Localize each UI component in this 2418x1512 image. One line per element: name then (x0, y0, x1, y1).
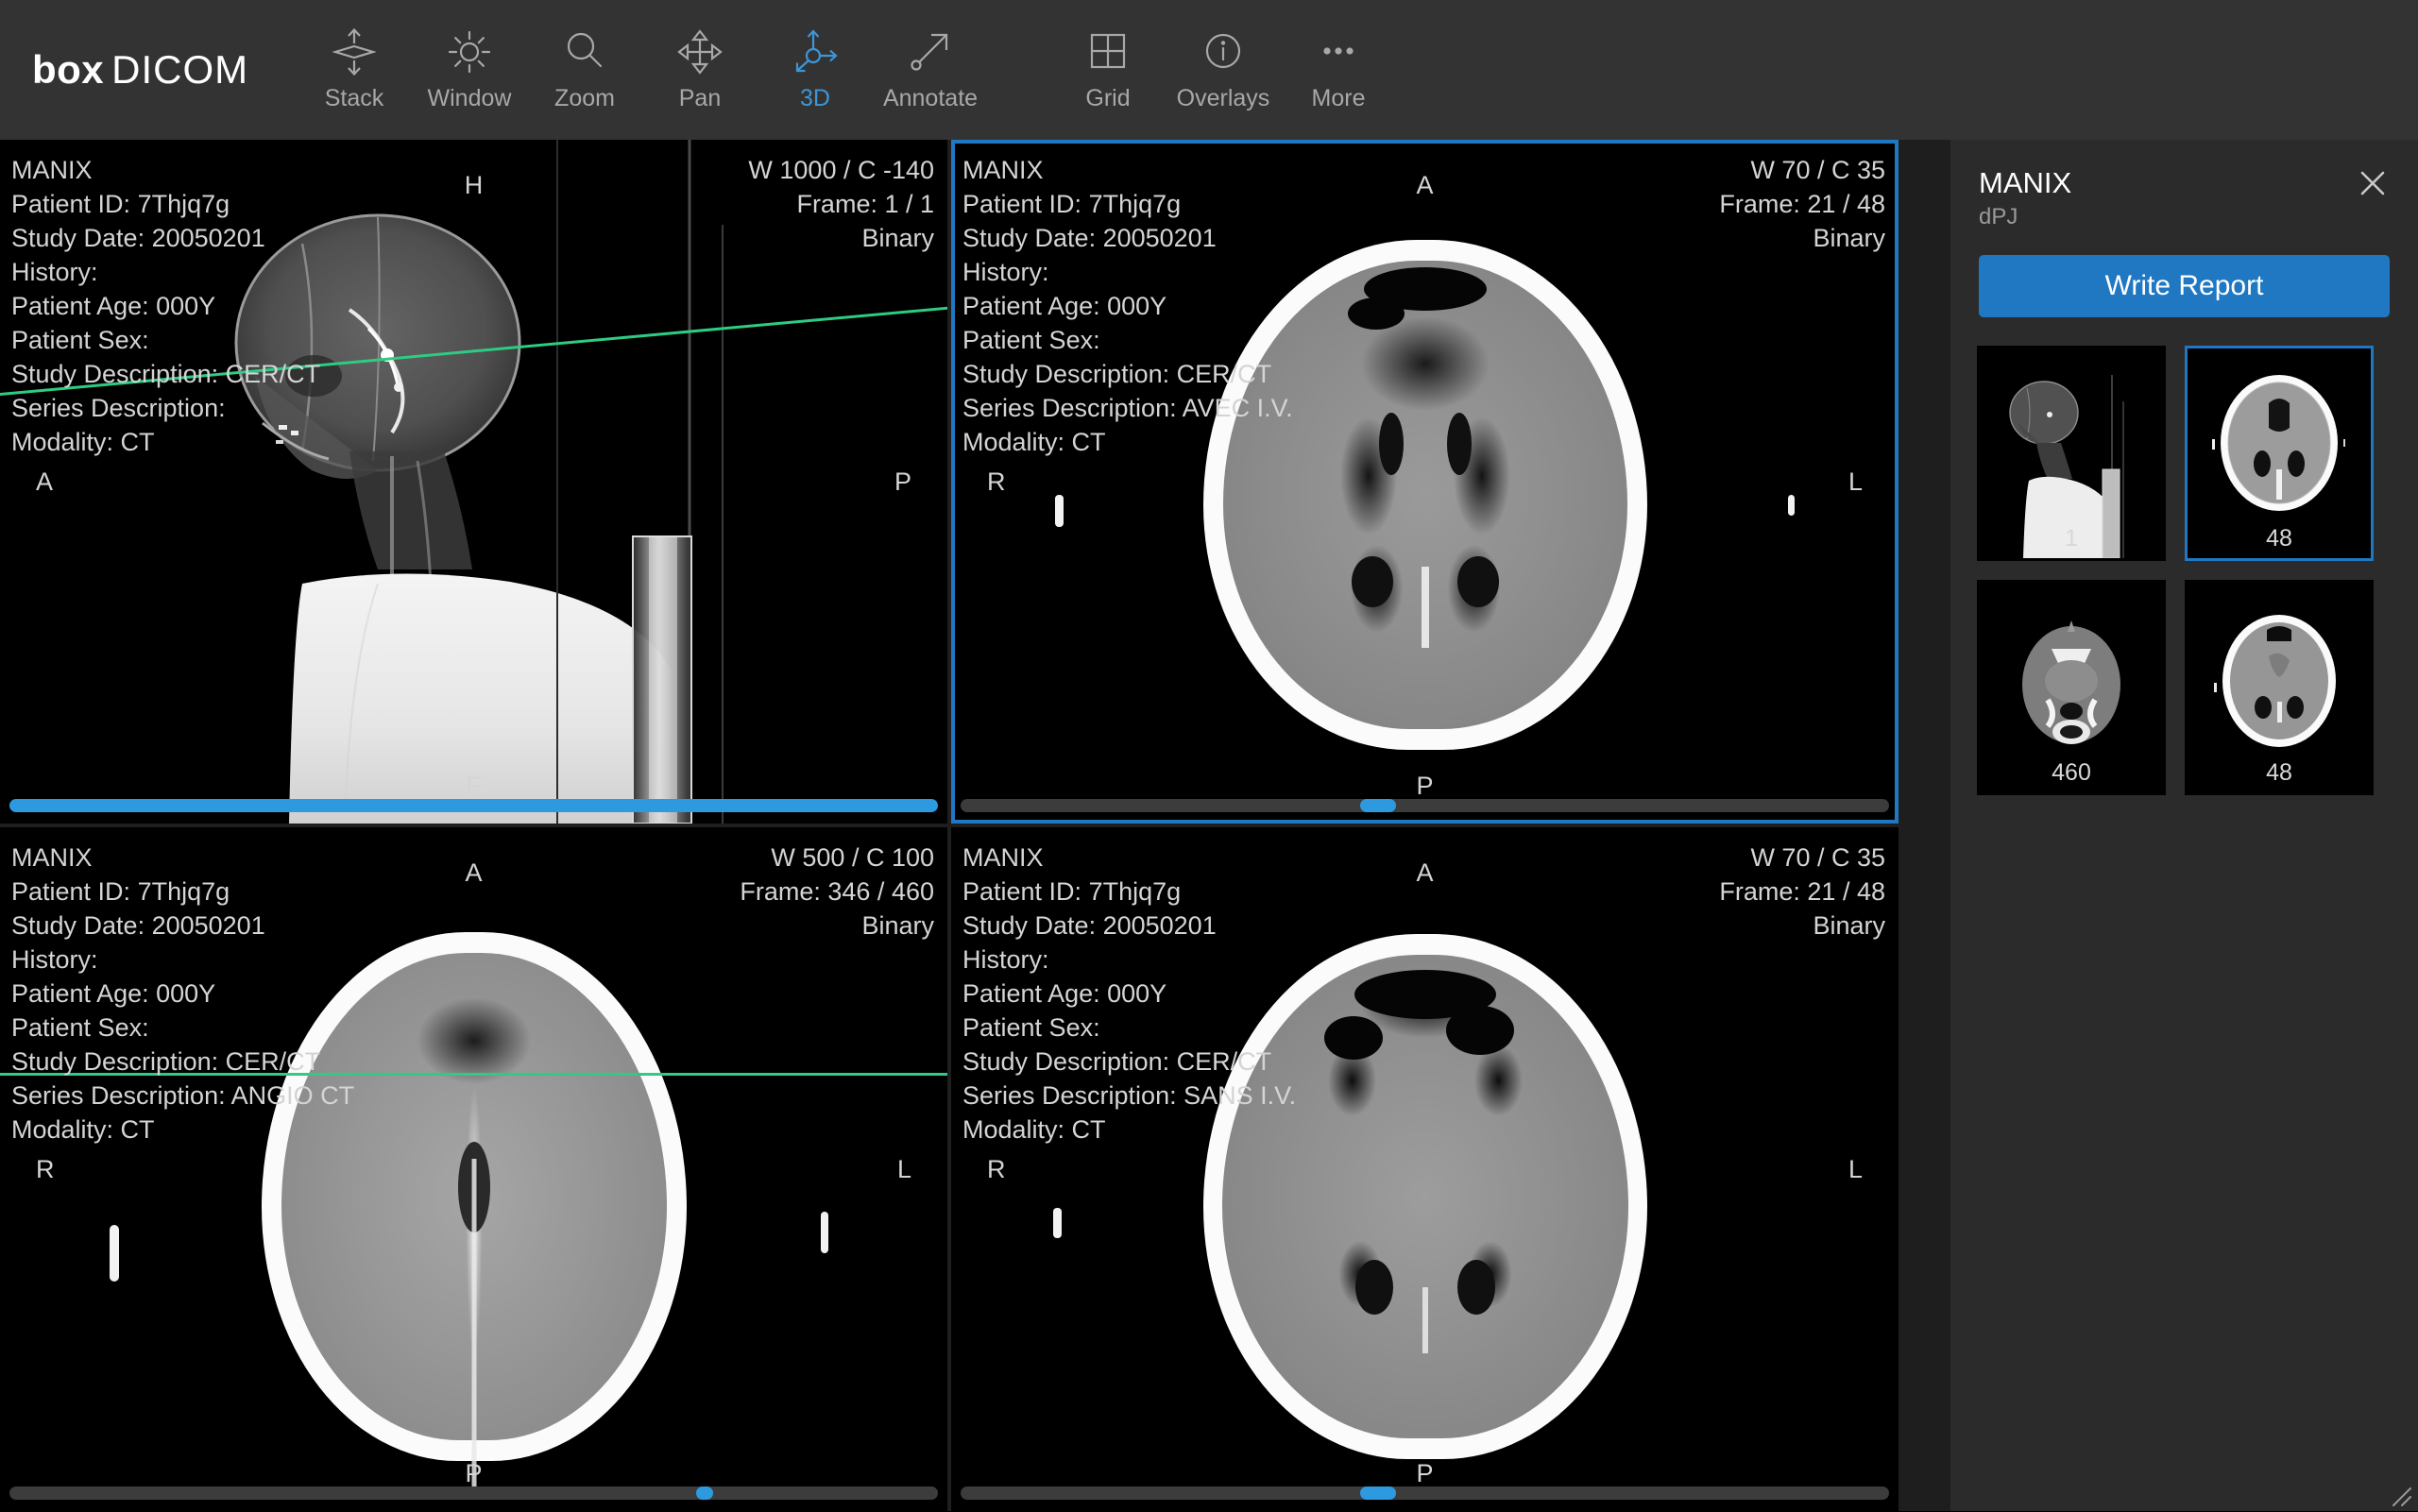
zoom-icon (563, 23, 606, 81)
scrollbar-thumb[interactable] (1360, 1487, 1396, 1500)
panel-header: MANIX dPJ (1950, 140, 2418, 232)
close-icon[interactable] (2352, 162, 2393, 204)
tool-list: Stack Window (297, 0, 1396, 140)
app-logo: boxDICOM (32, 0, 297, 140)
frame-scrollbar[interactable] (961, 799, 1889, 812)
frame-scrollbar[interactable] (9, 799, 938, 812)
viewport-bottom-right[interactable]: MANIX Patient ID: 7Thjq7g Study Date: 20… (951, 827, 1899, 1511)
tool-annotate[interactable]: Annotate (873, 23, 988, 110)
panel-subtitle: dPJ (1979, 202, 2390, 232)
tool-pan[interactable]: Pan (642, 23, 758, 110)
thumbnail-axial-lower[interactable]: 48 (2185, 580, 2374, 795)
crosshair-3d-icon (791, 23, 840, 81)
window-icon (446, 23, 493, 81)
tool-label: Annotate (883, 87, 978, 110)
scrollbar-thumb[interactable] (1360, 799, 1396, 812)
tool-label: Overlays (1177, 87, 1270, 110)
viewport-bottom-left[interactable]: MANIX Patient ID: 7Thjq7g Study Date: 20… (0, 827, 947, 1511)
panel-title: MANIX (1979, 166, 2390, 200)
series-panel: MANIX dPJ Write Report (1950, 140, 2418, 1511)
thumbnail-neck[interactable]: 460 (1977, 580, 2166, 795)
tool-label: More (1312, 87, 1366, 110)
fiducial-left (1055, 495, 1064, 527)
top-toolbar: boxDICOM Stack (0, 0, 2418, 140)
brand-box: box (32, 47, 104, 93)
tool-label: Grid (1085, 87, 1130, 110)
tool-label: 3D (800, 87, 830, 110)
pan-icon (675, 23, 724, 81)
tool-zoom[interactable]: Zoom (527, 23, 642, 110)
frame-scrollbar[interactable] (961, 1487, 1889, 1500)
scrollbar-thumb[interactable] (696, 1487, 713, 1500)
axial-ct-image (951, 140, 1899, 824)
axial-ct-lower-image (951, 827, 1899, 1511)
thumbnail-list: 1 48 (1977, 346, 2392, 795)
tool-more[interactable]: More (1281, 23, 1396, 110)
write-report-button[interactable]: Write Report (1979, 255, 2390, 317)
thumbnail-number: 460 (1980, 759, 2163, 787)
fiducial-right (1788, 495, 1795, 516)
tool-label: Pan (679, 87, 721, 110)
frame-scrollbar[interactable] (9, 1487, 938, 1500)
tool-overlays[interactable]: Overlays (1166, 23, 1281, 110)
tool-stack[interactable]: Stack (297, 23, 412, 110)
tool-label: Window (428, 87, 512, 110)
more-icon (1313, 23, 1364, 81)
thumbnail-scout[interactable]: 1 (1977, 346, 2166, 561)
tool-3d[interactable]: 3D (758, 23, 873, 110)
thumbnail-number: 48 (2188, 759, 2371, 787)
viewport-top-left[interactable]: MANIX Patient ID: 7Thjq7g Study Date: 20… (0, 140, 947, 824)
stack-icon (332, 23, 376, 81)
brand-dicom: DICOM (111, 47, 248, 93)
thumbnail-number: 48 (2188, 525, 2371, 552)
scout-image (0, 140, 947, 824)
tool-label: Zoom (554, 87, 615, 110)
tool-grid[interactable]: Grid (1050, 23, 1166, 110)
reference-line-horizontal (0, 1073, 947, 1076)
tool-window[interactable]: Window (412, 23, 527, 110)
thumbnail-axial-upper[interactable]: 48 (2185, 346, 2374, 561)
thumbnail-number: 1 (1980, 525, 2163, 552)
angio-ct-image (0, 827, 947, 1511)
grid-icon (1085, 23, 1131, 81)
viewport-top-right[interactable]: MANIX Patient ID: 7Thjq7g Study Date: 20… (951, 140, 1899, 824)
info-icon (1200, 23, 1247, 81)
resize-handle-icon[interactable] (2388, 1483, 2412, 1507)
viewport-grid: MANIX Patient ID: 7Thjq7g Study Date: 20… (0, 140, 1950, 1511)
tool-label: Stack (325, 87, 384, 110)
annotate-icon (906, 23, 955, 81)
